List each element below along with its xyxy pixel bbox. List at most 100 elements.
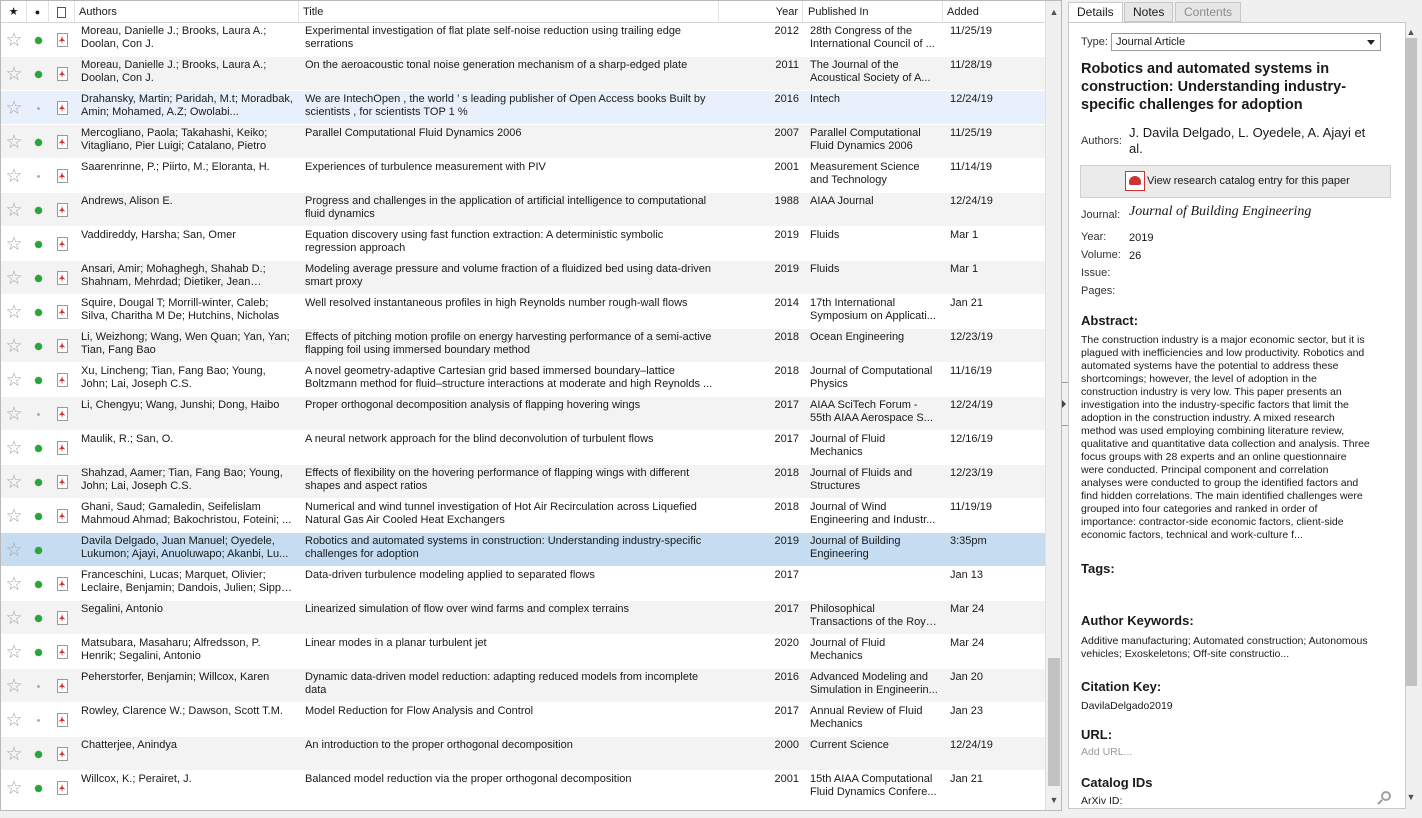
read-status-toggle[interactable] bbox=[27, 567, 49, 601]
read-status-toggle[interactable] bbox=[27, 465, 49, 499]
favorite-toggle[interactable]: ☆ bbox=[1, 499, 27, 533]
read-status-toggle[interactable] bbox=[27, 499, 49, 533]
file-attachment[interactable] bbox=[49, 703, 75, 737]
table-row[interactable]: ☆ Chatterjee, Anindya An introduction to t… bbox=[1, 737, 1045, 771]
author-keywords-value[interactable]: Additive manufacturing; Automated constr… bbox=[1081, 635, 1371, 661]
favorite-toggle[interactable]: ☆ bbox=[1, 23, 27, 57]
read-status-toggle[interactable] bbox=[27, 703, 49, 737]
file-attachment[interactable] bbox=[49, 193, 75, 227]
favorite-toggle[interactable]: ☆ bbox=[1, 533, 27, 567]
year-value[interactable]: 2019 bbox=[1129, 232, 1153, 244]
favorite-toggle[interactable]: ☆ bbox=[1, 465, 27, 499]
read-status-toggle[interactable] bbox=[27, 431, 49, 465]
table-row[interactable]: ☆ Ghani, Saud; Gamaledin, Seifelislam Mah… bbox=[1, 499, 1045, 533]
favorite-toggle[interactable]: ☆ bbox=[1, 669, 27, 703]
favorite-toggle[interactable]: ☆ bbox=[1, 295, 27, 329]
file-attachment[interactable] bbox=[49, 397, 75, 431]
read-status-toggle[interactable] bbox=[27, 295, 49, 329]
file-attachment[interactable] bbox=[49, 329, 75, 363]
authors-value[interactable]: J. Davila Delgado, L. Oyedele, A. Ajayi … bbox=[1129, 125, 1379, 157]
table-row[interactable]: ☆ Vaddireddy, Harsha; San, Omer Equation d… bbox=[1, 227, 1045, 261]
file-attachment[interactable] bbox=[49, 601, 75, 635]
table-scrollbar[interactable]: ▲ ▼ bbox=[1045, 1, 1061, 810]
file-attachment[interactable] bbox=[49, 363, 75, 397]
file-attachment[interactable] bbox=[49, 125, 75, 159]
table-row[interactable]: ☆ Drahansky, Martin; Paridah, M.t; Moradb… bbox=[1, 91, 1045, 125]
table-row[interactable]: ☆ Moreau, Danielle J.; Brooks, Laura A.; … bbox=[1, 57, 1045, 91]
tab-contents[interactable]: Contents bbox=[1175, 2, 1242, 22]
file-attachment[interactable] bbox=[49, 465, 75, 499]
scrollbar-thumb[interactable] bbox=[1405, 38, 1417, 686]
file-column-header[interactable] bbox=[49, 1, 75, 23]
read-status-toggle[interactable] bbox=[27, 635, 49, 669]
read-status-column-header[interactable]: ● bbox=[27, 1, 49, 23]
read-status-toggle[interactable] bbox=[27, 397, 49, 431]
table-row[interactable]: ☆ Moreau, Danielle J.; Brooks, Laura A.; … bbox=[1, 23, 1045, 57]
table-row[interactable]: ☆ Xu, Lincheng; Tian, Fang Bao; Young, Jo… bbox=[1, 363, 1045, 397]
read-status-toggle[interactable] bbox=[27, 57, 49, 91]
journal-value[interactable]: Journal of Building Engineering bbox=[1129, 204, 1311, 220]
details-scrollbar[interactable]: ▲ ▼ bbox=[1400, 22, 1422, 809]
table-row[interactable]: ☆ Franceschini, Lucas; Marquet, Olivier; … bbox=[1, 567, 1045, 601]
favorite-toggle[interactable]: ☆ bbox=[1, 363, 27, 397]
read-status-toggle[interactable] bbox=[27, 533, 49, 567]
file-attachment[interactable] bbox=[49, 227, 75, 261]
table-row[interactable]: ☆ Squire, Dougal T; Morrill-winter, Caleb… bbox=[1, 295, 1045, 329]
favorite-toggle[interactable]: ☆ bbox=[1, 737, 27, 771]
table-row[interactable]: ☆ Davila Delgado, Juan Manuel; Oyedele, L… bbox=[1, 533, 1045, 567]
file-attachment[interactable] bbox=[49, 57, 75, 91]
file-attachment[interactable] bbox=[49, 771, 75, 805]
favorite-toggle[interactable]: ☆ bbox=[1, 431, 27, 465]
read-status-toggle[interactable] bbox=[27, 601, 49, 635]
scroll-down-icon[interactable]: ▼ bbox=[1403, 789, 1419, 805]
title-column-header[interactable]: Title bbox=[299, 1, 719, 23]
read-status-toggle[interactable] bbox=[27, 737, 49, 771]
authors-column-header[interactable]: Authors bbox=[75, 1, 299, 23]
favorite-toggle[interactable]: ☆ bbox=[1, 261, 27, 295]
tab-details[interactable]: Details bbox=[1068, 2, 1123, 23]
table-row[interactable]: ☆ Andrews, Alison E. Progress and challeng… bbox=[1, 193, 1045, 227]
favorite-toggle[interactable]: ☆ bbox=[1, 567, 27, 601]
file-attachment[interactable] bbox=[49, 737, 75, 771]
file-attachment[interactable] bbox=[49, 567, 75, 601]
table-row[interactable]: ☆ Rowley, Clarence W.; Dawson, Scott T.M.… bbox=[1, 703, 1045, 737]
favorite-toggle[interactable]: ☆ bbox=[1, 771, 27, 805]
view-catalog-entry-button[interactable]: View research catalog entry for this pap… bbox=[1080, 165, 1391, 198]
favorite-toggle[interactable]: ☆ bbox=[1, 703, 27, 737]
file-attachment[interactable] bbox=[49, 499, 75, 533]
table-row[interactable]: ☆ Ansari, Amir; Mohaghegh, Shahab D.; Sha… bbox=[1, 261, 1045, 295]
table-row[interactable]: ☆ Saarenrinne, P.; Piirto, M.; Eloranta, … bbox=[1, 159, 1045, 193]
paper-title[interactable]: Robotics and automated systems in constr… bbox=[1081, 60, 1381, 114]
file-attachment[interactable] bbox=[49, 91, 75, 125]
file-attachment[interactable] bbox=[49, 159, 75, 193]
file-attachment[interactable] bbox=[49, 431, 75, 465]
scrollbar-thumb[interactable] bbox=[1048, 658, 1060, 786]
table-row[interactable]: ☆ Li, Chengyu; Wang, Junshi; Dong, Haibo P… bbox=[1, 397, 1045, 431]
read-status-toggle[interactable] bbox=[27, 227, 49, 261]
favorite-toggle[interactable]: ☆ bbox=[1, 397, 27, 431]
file-attachment[interactable] bbox=[49, 295, 75, 329]
read-status-toggle[interactable] bbox=[27, 771, 49, 805]
table-row[interactable]: ☆ Segalini, Antonio Linearized simulation … bbox=[1, 601, 1045, 635]
read-status-toggle[interactable] bbox=[27, 125, 49, 159]
search-icon[interactable] bbox=[1377, 791, 1391, 805]
abstract-text[interactable]: The construction industry is a major eco… bbox=[1081, 334, 1371, 542]
file-attachment[interactable] bbox=[49, 635, 75, 669]
table-row[interactable]: ☆ Maulik, R.; San, O. A neural network app… bbox=[1, 431, 1045, 465]
table-row[interactable]: ☆ Peherstorfer, Benjamin; Willcox, Karen D… bbox=[1, 669, 1045, 703]
scroll-up-icon[interactable]: ▲ bbox=[1046, 4, 1062, 20]
read-status-toggle[interactable] bbox=[27, 193, 49, 227]
table-row[interactable]: ☆ Shahzad, Aamer; Tian, Fang Bao; Young, … bbox=[1, 465, 1045, 499]
year-column-header[interactable]: Year bbox=[719, 1, 803, 23]
favorite-toggle[interactable]: ☆ bbox=[1, 329, 27, 363]
added-column-header[interactable]: Added bbox=[943, 1, 1045, 23]
table-row[interactable]: ☆ Matsubara, Masaharu; Alfredsson, P. Hen… bbox=[1, 635, 1045, 669]
favorite-toggle[interactable]: ☆ bbox=[1, 159, 27, 193]
read-status-toggle[interactable] bbox=[27, 363, 49, 397]
favorite-toggle[interactable]: ☆ bbox=[1, 227, 27, 261]
volume-value[interactable]: 26 bbox=[1129, 250, 1141, 262]
read-status-toggle[interactable] bbox=[27, 91, 49, 125]
file-attachment[interactable] bbox=[49, 261, 75, 295]
favorite-toggle[interactable]: ☆ bbox=[1, 601, 27, 635]
favorite-toggle[interactable]: ☆ bbox=[1, 125, 27, 159]
